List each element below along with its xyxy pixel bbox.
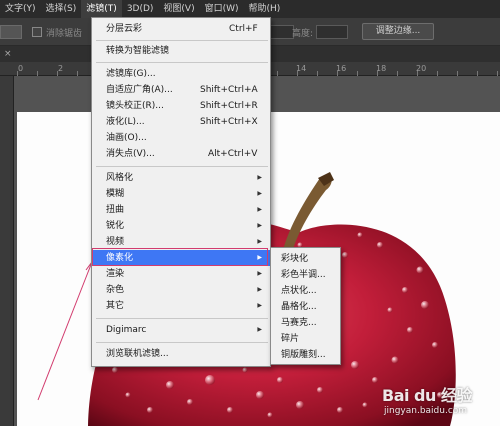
height-field[interactable] (316, 25, 348, 39)
menu-item-convert-smart-filter[interactable]: 转换为智能滤镜 (92, 43, 270, 59)
menu-item-label: 滤镜库(G)... (106, 69, 156, 79)
menu-item-label: 浏览联机滤镜... (106, 349, 169, 359)
menu-separator (96, 62, 268, 63)
menu-item-label: 液化(L)... (106, 117, 145, 127)
submenu-item-label: 点状化... (281, 286, 317, 296)
submenu-item-label: 彩色半调... (281, 270, 326, 280)
submenu-item-pointillize[interactable]: 点状化... (271, 283, 340, 299)
antialias-label: 消除锯齿 (46, 29, 83, 39)
submenu-item-color-halftone[interactable]: 彩色半调... (271, 267, 340, 283)
menu-item-label: 风格化 (106, 173, 134, 183)
ruler-tick: 0 (18, 64, 24, 73)
menu-item-noise[interactable]: 杂色 ▶ (92, 282, 270, 298)
menu-item-difference-clouds[interactable]: 分层云彩 Ctrl+F (92, 21, 270, 37)
menu-item-label: 杂色 (106, 285, 125, 295)
tool-preset-picker[interactable] (0, 25, 22, 39)
menu-item-label: 渲染 (106, 269, 125, 279)
submenu-arrow-icon: ▶ (257, 286, 262, 293)
menu-item-filter-gallery[interactable]: 滤镜库(G)... (92, 66, 270, 82)
menu-item-other[interactable]: 其它 ▶ (92, 298, 270, 314)
menu-item-stylize[interactable]: 风格化 ▶ (92, 170, 270, 186)
submenu-arrow-icon: ▶ (257, 302, 262, 309)
submenu-item-mezzotint[interactable]: 铜版雕刻... (271, 347, 340, 363)
submenu-arrow-icon: ▶ (257, 222, 262, 229)
submenu-item-label: 碎片 (281, 334, 300, 344)
submenu-arrow-icon: ▶ (257, 270, 262, 277)
filter-menu: 分层云彩 Ctrl+F 转换为智能滤镜 滤镜库(G)... 自适应广角(A)...… (91, 17, 271, 367)
menu-separator (96, 342, 268, 343)
watermark-url: jingyan.baidu.com (384, 406, 468, 416)
menu-item-label: 油画(O)... (106, 133, 147, 143)
vertical-ruler (0, 76, 14, 426)
menu-item-shortcut: Shift+Ctrl+R (200, 101, 258, 111)
submenu-item-facet[interactable]: 彩块化 (271, 251, 340, 267)
menu-select[interactable]: 选择(S) (41, 0, 82, 18)
menu-item-render[interactable]: 渲染 ▶ (92, 266, 270, 282)
watermark-brand: Bai du 经验 (382, 386, 472, 405)
menu-view[interactable]: 视图(V) (158, 0, 199, 18)
menu-item-label: 扭曲 (106, 205, 125, 215)
menu-item-label: 锐化 (106, 221, 125, 231)
close-tab-icon[interactable]: × (4, 49, 12, 59)
menu-item-sharpen[interactable]: 锐化 ▶ (92, 218, 270, 234)
menu-separator (96, 166, 268, 167)
refine-edge-button[interactable]: 调整边缘... (362, 23, 434, 40)
menu-item-blur[interactable]: 模糊 ▶ (92, 186, 270, 202)
menu-item-label: Digimarc (106, 325, 147, 335)
menu-item-shortcut: Ctrl+F (229, 24, 258, 34)
menu-help[interactable]: 帮助(H) (244, 0, 286, 18)
height-label: 高度: (292, 29, 314, 39)
submenu-arrow-icon: ▶ (257, 326, 262, 333)
submenu-item-label: 晶格化... (281, 302, 317, 312)
submenu-item-label: 铜版雕刻... (281, 350, 326, 360)
menu-item-lens-correction[interactable]: 镜头校正(R)... Shift+Ctrl+R (92, 98, 270, 114)
pixelate-submenu: 彩块化 彩色半调... 点状化... 晶格化... 马赛克... 碎片 铜版雕刻… (270, 247, 341, 365)
menu-separator (96, 318, 268, 319)
menu-separator (96, 40, 268, 41)
antialias-checkbox[interactable] (32, 27, 42, 37)
menu-3d[interactable]: 3D(D) (122, 0, 159, 18)
menu-item-distort[interactable]: 扭曲 ▶ (92, 202, 270, 218)
submenu-arrow-icon: ▶ (257, 206, 262, 213)
menu-window[interactable]: 窗口(W) (200, 0, 244, 18)
menu-item-label: 分层云彩 (106, 24, 143, 34)
menu-item-vanishing-point[interactable]: 消失点(V)... Alt+Ctrl+V (92, 146, 270, 162)
submenu-arrow-icon: ▶ (257, 190, 262, 197)
submenu-item-label: 马赛克... (281, 318, 317, 328)
menu-item-shortcut: Shift+Ctrl+X (200, 117, 258, 127)
menu-item-label: 自适应广角(A)... (106, 85, 173, 95)
menu-bar: 文字(Y) 选择(S) 滤镜(T) 3D(D) 视图(V) 窗口(W) 帮助(H… (0, 0, 500, 18)
menu-item-liquify[interactable]: 液化(L)... Shift+Ctrl+X (92, 114, 270, 130)
menu-item-shortcut: Shift+Ctrl+A (200, 85, 258, 95)
menu-item-label: 消失点(V)... (106, 149, 155, 159)
submenu-arrow-icon: ▶ (257, 174, 262, 181)
annotation-highlight-box (92, 248, 268, 266)
menu-item-digimarc[interactable]: Digimarc ▶ (92, 322, 270, 338)
submenu-item-label: 彩块化 (281, 254, 309, 264)
menu-item-oil-paint[interactable]: 油画(O)... (92, 130, 270, 146)
submenu-item-mosaic[interactable]: 马赛克... (271, 315, 340, 331)
menu-item-label: 镜头校正(R)... (106, 101, 164, 111)
menu-type[interactable]: 文字(Y) (0, 0, 41, 18)
menu-item-label: 模糊 (106, 189, 125, 199)
baidu-jingyan-watermark: Bai du 经验 jingyan.baidu.com (382, 382, 494, 422)
menu-filter[interactable]: 滤镜(T) (81, 0, 122, 18)
menu-item-label: 转换为智能滤镜 (106, 46, 170, 56)
menu-item-label: 其它 (106, 301, 125, 311)
ruler-tick: 2 (58, 64, 64, 73)
menu-item-browse-online-filters[interactable]: 浏览联机滤镜... (92, 346, 270, 362)
submenu-item-crystallize[interactable]: 晶格化... (271, 299, 340, 315)
menu-item-shortcut: Alt+Ctrl+V (208, 149, 258, 159)
submenu-item-fragment[interactable]: 碎片 (271, 331, 340, 347)
menu-item-adaptive-wide-angle[interactable]: 自适应广角(A)... Shift+Ctrl+A (92, 82, 270, 98)
